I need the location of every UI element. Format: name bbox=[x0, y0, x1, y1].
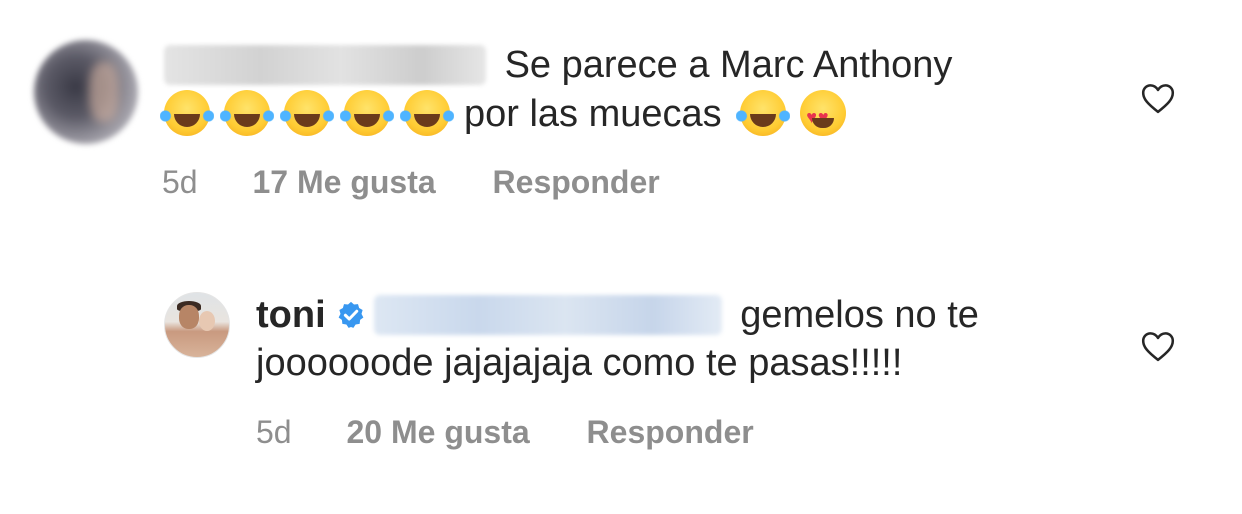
comment-text-line2-row: joooooode jajajajaja como te pasas!!!!! bbox=[256, 340, 902, 386]
comment-text-line1: Se parece a Marc Anthony bbox=[504, 44, 953, 86]
redacted-username[interactable] bbox=[164, 45, 486, 85]
comment-text: Se parece a Marc Anthony bbox=[164, 42, 952, 88]
avatar[interactable] bbox=[164, 292, 230, 358]
avatar[interactable] bbox=[34, 40, 138, 144]
likes-count[interactable]: 20 Me gusta bbox=[346, 414, 529, 450]
comment-text: toni gemelos no te bbox=[256, 292, 979, 338]
comment-meta: 5d 20 Me gusta Responder bbox=[256, 412, 754, 452]
like-heart-button[interactable] bbox=[1138, 78, 1178, 118]
comment-text-line1: gemelos no te bbox=[740, 294, 979, 336]
heart-outline-icon bbox=[1141, 331, 1175, 361]
timestamp: 5d bbox=[162, 164, 198, 200]
redacted-mention[interactable] bbox=[373, 295, 722, 335]
heart-outline-icon bbox=[1141, 83, 1175, 113]
tears-of-joy-emoji-icon bbox=[340, 90, 394, 136]
heart-eyes-emoji-icon bbox=[800, 90, 847, 140]
comment-text-line2-row: por las muecas bbox=[160, 90, 860, 140]
verified-badge-icon bbox=[338, 301, 364, 328]
comment-meta: 5d 17 Me gusta Responder bbox=[162, 162, 660, 202]
reply-button[interactable]: Responder bbox=[587, 414, 754, 450]
likes-count[interactable]: 17 Me gusta bbox=[252, 164, 435, 200]
tears-of-joy-emoji-icon bbox=[400, 90, 454, 136]
tears-of-joy-emoji-icon bbox=[160, 90, 214, 136]
comment-text-line2: por las muecas bbox=[464, 93, 722, 135]
reply-button[interactable]: Responder bbox=[493, 164, 660, 200]
timestamp: 5d bbox=[256, 414, 292, 450]
like-heart-button[interactable] bbox=[1138, 326, 1178, 366]
comment-text-line2: joooooode jajajajaja como te pasas!!!!! bbox=[256, 342, 903, 384]
username[interactable]: toni bbox=[256, 294, 326, 336]
tears-of-joy-emoji-icon bbox=[220, 90, 274, 136]
tears-of-joy-emoji-icon bbox=[280, 90, 334, 136]
tears-of-joy-emoji-icon bbox=[736, 90, 791, 136]
